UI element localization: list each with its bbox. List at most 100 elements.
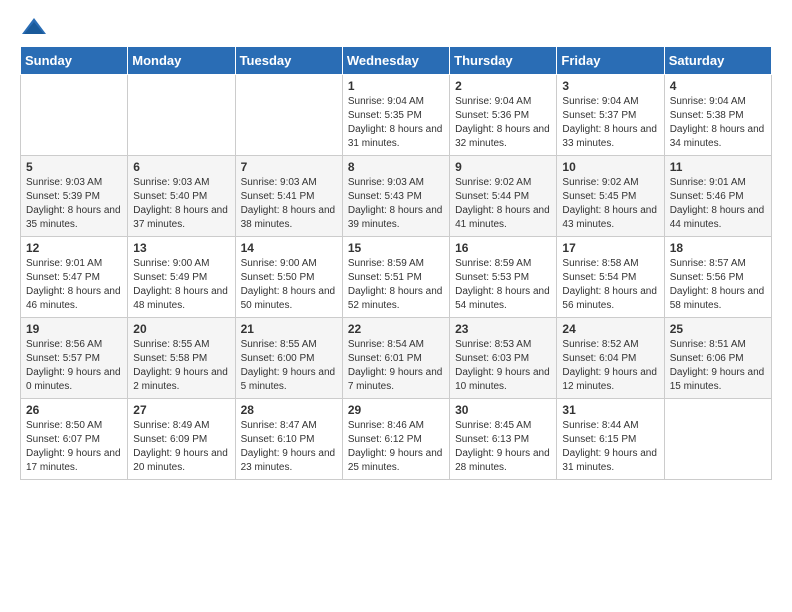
daylight-text: Daylight: 9 hours and 2 minutes.	[133, 367, 228, 392]
sunrise-text: Sunrise: 9:00 AM	[241, 258, 317, 269]
day-info: Sunrise: 8:53 AM Sunset: 6:03 PM Dayligh…	[455, 338, 551, 394]
day-info: Sunrise: 9:02 AM Sunset: 5:45 PM Dayligh…	[562, 176, 658, 232]
day-number: 26	[26, 403, 122, 417]
day-info: Sunrise: 9:01 AM Sunset: 5:46 PM Dayligh…	[670, 176, 766, 232]
day-number: 19	[26, 322, 122, 336]
daylight-text: Daylight: 9 hours and 23 minutes.	[241, 448, 336, 473]
daylight-text: Daylight: 9 hours and 28 minutes.	[455, 448, 550, 473]
day-info: Sunrise: 8:44 AM Sunset: 6:15 PM Dayligh…	[562, 419, 658, 475]
sunrise-text: Sunrise: 9:02 AM	[455, 177, 531, 188]
daylight-text: Daylight: 8 hours and 52 minutes.	[348, 286, 443, 311]
day-number: 17	[562, 241, 658, 255]
daylight-text: Daylight: 8 hours and 37 minutes.	[133, 205, 228, 230]
calendar-cell: 5 Sunrise: 9:03 AM Sunset: 5:39 PM Dayli…	[21, 156, 128, 237]
daylight-text: Daylight: 8 hours and 48 minutes.	[133, 286, 228, 311]
sunset-text: Sunset: 6:03 PM	[455, 353, 529, 364]
logo	[20, 16, 52, 38]
calendar-cell: 4 Sunrise: 9:04 AM Sunset: 5:38 PM Dayli…	[664, 75, 771, 156]
day-number: 5	[26, 160, 122, 174]
daylight-text: Daylight: 9 hours and 15 minutes.	[670, 367, 765, 392]
day-number: 25	[670, 322, 766, 336]
calendar-cell: 12 Sunrise: 9:01 AM Sunset: 5:47 PM Dayl…	[21, 237, 128, 318]
day-number: 23	[455, 322, 551, 336]
day-info: Sunrise: 8:47 AM Sunset: 6:10 PM Dayligh…	[241, 419, 337, 475]
sunset-text: Sunset: 6:15 PM	[562, 434, 636, 445]
daylight-text: Daylight: 8 hours and 32 minutes.	[455, 124, 550, 149]
sunset-text: Sunset: 6:06 PM	[670, 353, 744, 364]
day-info: Sunrise: 8:52 AM Sunset: 6:04 PM Dayligh…	[562, 338, 658, 394]
calendar-cell: 29 Sunrise: 8:46 AM Sunset: 6:12 PM Dayl…	[342, 399, 449, 480]
calendar-cell: 8 Sunrise: 9:03 AM Sunset: 5:43 PM Dayli…	[342, 156, 449, 237]
calendar-week-row: 26 Sunrise: 8:50 AM Sunset: 6:07 PM Dayl…	[21, 399, 772, 480]
daylight-text: Daylight: 9 hours and 0 minutes.	[26, 367, 121, 392]
calendar-cell	[664, 399, 771, 480]
daylight-text: Daylight: 8 hours and 38 minutes.	[241, 205, 336, 230]
daylight-text: Daylight: 9 hours and 5 minutes.	[241, 367, 336, 392]
day-number: 12	[26, 241, 122, 255]
sunrise-text: Sunrise: 9:03 AM	[348, 177, 424, 188]
sunrise-text: Sunrise: 9:04 AM	[455, 96, 531, 107]
day-number: 14	[241, 241, 337, 255]
day-number: 4	[670, 79, 766, 93]
daylight-text: Daylight: 8 hours and 44 minutes.	[670, 205, 765, 230]
sunrise-text: Sunrise: 8:59 AM	[455, 258, 531, 269]
day-info: Sunrise: 8:49 AM Sunset: 6:09 PM Dayligh…	[133, 419, 229, 475]
daylight-text: Daylight: 8 hours and 46 minutes.	[26, 286, 121, 311]
day-info: Sunrise: 9:00 AM Sunset: 5:49 PM Dayligh…	[133, 257, 229, 313]
sunset-text: Sunset: 5:39 PM	[26, 191, 100, 202]
sunset-text: Sunset: 5:46 PM	[670, 191, 744, 202]
sunset-text: Sunset: 5:47 PM	[26, 272, 100, 283]
daylight-text: Daylight: 9 hours and 10 minutes.	[455, 367, 550, 392]
calendar-cell: 3 Sunrise: 9:04 AM Sunset: 5:37 PM Dayli…	[557, 75, 664, 156]
sunrise-text: Sunrise: 9:04 AM	[670, 96, 746, 107]
sunset-text: Sunset: 5:44 PM	[455, 191, 529, 202]
day-info: Sunrise: 8:45 AM Sunset: 6:13 PM Dayligh…	[455, 419, 551, 475]
sunrise-text: Sunrise: 9:03 AM	[133, 177, 209, 188]
calendar-cell: 26 Sunrise: 8:50 AM Sunset: 6:07 PM Dayl…	[21, 399, 128, 480]
sunrise-text: Sunrise: 9:02 AM	[562, 177, 638, 188]
day-info: Sunrise: 8:59 AM Sunset: 5:53 PM Dayligh…	[455, 257, 551, 313]
sunset-text: Sunset: 5:58 PM	[133, 353, 207, 364]
day-info: Sunrise: 8:51 AM Sunset: 6:06 PM Dayligh…	[670, 338, 766, 394]
sunset-text: Sunset: 5:35 PM	[348, 110, 422, 121]
sunrise-text: Sunrise: 8:51 AM	[670, 339, 746, 350]
day-info: Sunrise: 8:59 AM Sunset: 5:51 PM Dayligh…	[348, 257, 444, 313]
calendar-cell: 18 Sunrise: 8:57 AM Sunset: 5:56 PM Dayl…	[664, 237, 771, 318]
sunrise-text: Sunrise: 8:45 AM	[455, 420, 531, 431]
calendar-cell: 19 Sunrise: 8:56 AM Sunset: 5:57 PM Dayl…	[21, 318, 128, 399]
sunset-text: Sunset: 6:00 PM	[241, 353, 315, 364]
daylight-text: Daylight: 8 hours and 35 minutes.	[26, 205, 121, 230]
day-info: Sunrise: 8:56 AM Sunset: 5:57 PM Dayligh…	[26, 338, 122, 394]
calendar-cell: 13 Sunrise: 9:00 AM Sunset: 5:49 PM Dayl…	[128, 237, 235, 318]
day-info: Sunrise: 9:03 AM Sunset: 5:43 PM Dayligh…	[348, 176, 444, 232]
day-number: 2	[455, 79, 551, 93]
sunset-text: Sunset: 5:38 PM	[670, 110, 744, 121]
sunset-text: Sunset: 5:57 PM	[26, 353, 100, 364]
day-info: Sunrise: 8:55 AM Sunset: 6:00 PM Dayligh…	[241, 338, 337, 394]
daylight-text: Daylight: 8 hours and 54 minutes.	[455, 286, 550, 311]
daylight-text: Daylight: 8 hours and 39 minutes.	[348, 205, 443, 230]
header	[20, 16, 772, 38]
sunrise-text: Sunrise: 8:55 AM	[241, 339, 317, 350]
day-number: 22	[348, 322, 444, 336]
day-info: Sunrise: 9:03 AM Sunset: 5:39 PM Dayligh…	[26, 176, 122, 232]
day-number: 18	[670, 241, 766, 255]
day-info: Sunrise: 8:57 AM Sunset: 5:56 PM Dayligh…	[670, 257, 766, 313]
sunset-text: Sunset: 5:36 PM	[455, 110, 529, 121]
day-number: 15	[348, 241, 444, 255]
day-number: 6	[133, 160, 229, 174]
day-number: 13	[133, 241, 229, 255]
sunset-text: Sunset: 6:07 PM	[26, 434, 100, 445]
daylight-text: Daylight: 9 hours and 25 minutes.	[348, 448, 443, 473]
sunset-text: Sunset: 6:10 PM	[241, 434, 315, 445]
calendar-cell: 31 Sunrise: 8:44 AM Sunset: 6:15 PM Dayl…	[557, 399, 664, 480]
day-info: Sunrise: 9:01 AM Sunset: 5:47 PM Dayligh…	[26, 257, 122, 313]
sunset-text: Sunset: 5:54 PM	[562, 272, 636, 283]
daylight-text: Daylight: 8 hours and 34 minutes.	[670, 124, 765, 149]
sunset-text: Sunset: 5:49 PM	[133, 272, 207, 283]
calendar-cell: 28 Sunrise: 8:47 AM Sunset: 6:10 PM Dayl…	[235, 399, 342, 480]
day-info: Sunrise: 9:03 AM Sunset: 5:41 PM Dayligh…	[241, 176, 337, 232]
calendar-cell	[128, 75, 235, 156]
daylight-text: Daylight: 8 hours and 33 minutes.	[562, 124, 657, 149]
calendar-cell: 9 Sunrise: 9:02 AM Sunset: 5:44 PM Dayli…	[450, 156, 557, 237]
